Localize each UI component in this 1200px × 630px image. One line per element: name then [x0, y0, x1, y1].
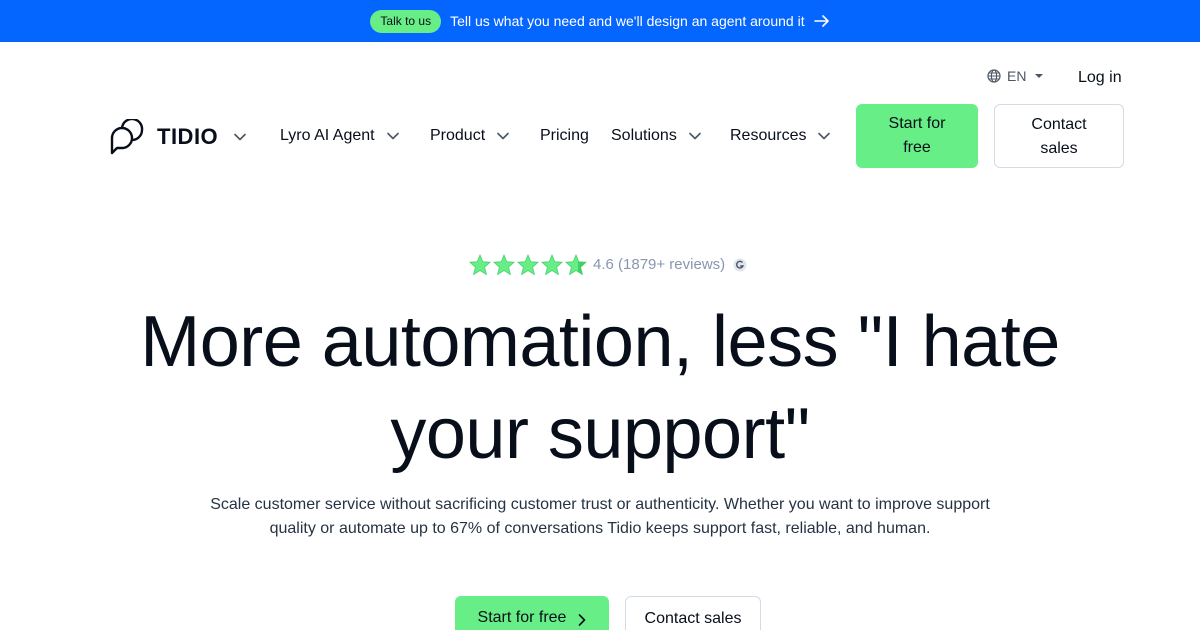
- caret-down-icon: [1035, 74, 1044, 78]
- tidio-logo-icon: [110, 119, 144, 155]
- subheadline-line-2: quality or automate up to 67% of convers…: [269, 520, 931, 537]
- hero-subheadline: Scale customer service without sacrifici…: [180, 493, 1020, 541]
- chevron-down-icon[interactable]: [234, 133, 246, 141]
- nav-item-label: Resources: [730, 127, 807, 144]
- talk-to-us-pill[interactable]: Talk to us: [370, 9, 442, 33]
- banner-link-text[interactable]: Tell us what you need and we'll design a…: [450, 13, 804, 29]
- chevron-right-icon: [579, 614, 586, 626]
- cta-primary-label: Start for free: [477, 609, 567, 626]
- nav-item-pricing[interactable]: Pricing: [540, 126, 589, 146]
- logo[interactable]: TIDIO: [109, 119, 246, 155]
- star-icon: [517, 254, 539, 275]
- chevron-down-icon: [818, 132, 831, 140]
- subheadline-line-1: Scale customer service without sacrifici…: [210, 496, 990, 513]
- arrow-right-icon[interactable]: [813, 15, 830, 27]
- nav-item-label: Pricing: [540, 127, 589, 144]
- star-icon: [541, 254, 563, 275]
- chevron-down-icon: [689, 132, 701, 140]
- nav-item-resources[interactable]: Resources: [730, 126, 831, 146]
- banner-content[interactable]: Talk to us Tell us what you need and we'…: [370, 9, 830, 33]
- star-half-icon: [565, 254, 587, 275]
- chevron-down-icon: [386, 132, 399, 140]
- cta-secondary-label: Contact sales: [644, 610, 742, 627]
- chevron-down-icon: [497, 132, 509, 140]
- start-button-line-1: Start for: [888, 115, 946, 132]
- top-banner: Talk to us Tell us what you need and we'…: [0, 0, 1200, 42]
- contact-button-line-2: sales: [1040, 140, 1078, 157]
- nav-item-label: Lyro AI Agent: [280, 127, 375, 144]
- language-selector[interactable]: EN: [987, 68, 1046, 84]
- nav-item-product[interactable]: Product: [430, 126, 509, 146]
- login-link[interactable]: Log in: [1078, 68, 1122, 88]
- hero-contact-sales-button[interactable]: Contact sales: [625, 596, 761, 630]
- main-nav: TIDIO Lyro AI Agent Product Pricing Solu…: [0, 104, 1200, 168]
- start-for-free-button[interactable]: Start for free: [856, 104, 978, 168]
- contact-button-line-1: Contact: [1031, 116, 1087, 133]
- nav-item-solutions[interactable]: Solutions: [611, 126, 701, 146]
- start-button-line-2: free: [903, 139, 931, 156]
- star-icon: [469, 254, 491, 275]
- g2-logo-icon: [733, 258, 747, 271]
- logo-text: TIDIO: [157, 124, 219, 149]
- rating-text: 4.6 (1879+ reviews): [593, 256, 726, 273]
- hero-headline: More automation, less "I hate your suppo…: [60, 296, 1140, 480]
- star-icon: [493, 254, 515, 275]
- contact-sales-button[interactable]: Contact sales: [994, 104, 1124, 168]
- headline-line-1: More automation, less "I hate: [140, 302, 1060, 382]
- nav-item-lyro-ai-agent[interactable]: Lyro AI Agent: [280, 126, 399, 146]
- hero-start-for-free-button[interactable]: Start for free: [455, 596, 609, 630]
- globe-icon: [987, 69, 1001, 83]
- language-label: EN: [1007, 68, 1027, 84]
- nav-item-label: Product: [430, 127, 486, 144]
- headline-line-2: your support": [390, 394, 810, 474]
- nav-item-label: Solutions: [611, 127, 677, 144]
- star-rating: [469, 254, 587, 275]
- rating-row: 4.6 (1879+ reviews): [469, 254, 747, 275]
